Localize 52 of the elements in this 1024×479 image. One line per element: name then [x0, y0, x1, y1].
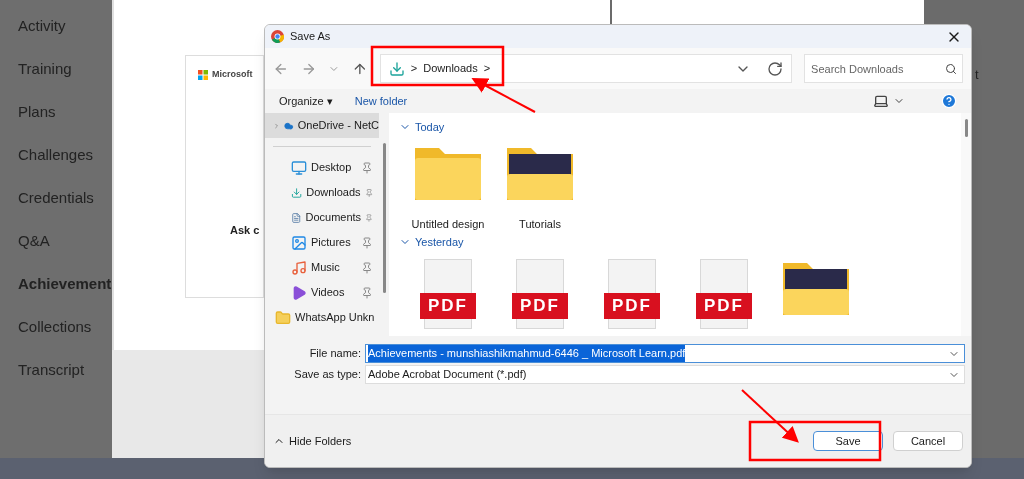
nav-item[interactable]: Downloads: [265, 180, 379, 205]
help-icon[interactable]: [941, 93, 957, 109]
arrow: [741, 389, 799, 443]
browser-logo-icon: [271, 30, 284, 43]
pin-icon: [365, 211, 373, 224]
partial-text: t: [975, 67, 979, 82]
nav-item[interactable]: WhatsApp Unkn: [265, 305, 379, 330]
group-header[interactable]: Today: [415, 119, 445, 136]
scrollbar[interactable]: [961, 113, 971, 336]
hide-folders-button[interactable]: Hide Folders: [273, 432, 352, 450]
video-icon: [291, 284, 307, 301]
pin-icon: [361, 236, 373, 249]
pin-icon: [361, 161, 373, 174]
view-button[interactable]: [873, 93, 905, 109]
dialog-title: Save As: [290, 29, 331, 45]
organize-menu[interactable]: Organize ▾: [279, 92, 333, 110]
cancel-button[interactable]: Cancel: [893, 431, 963, 451]
new-folder-button[interactable]: New folder: [354, 92, 408, 110]
path-separator: >: [483, 61, 491, 77]
nav-item[interactable]: Desktop: [265, 155, 379, 180]
file-name[interactable]: Untitled design: [411, 215, 485, 232]
path-segment[interactable]: Downloads: [423, 60, 478, 77]
card-heading: Ask c: [229, 222, 261, 238]
logo-icon: [198, 69, 208, 80]
save-button[interactable]: Save: [813, 431, 883, 451]
pin-icon: [361, 261, 373, 274]
music-icon: [291, 259, 307, 276]
download-icon: [388, 60, 405, 77]
pin-icon: [361, 286, 373, 299]
address-bar[interactable]: > Downloads >: [379, 54, 793, 83]
pin-icon: [364, 186, 373, 199]
file-name[interactable]: Tutorials: [519, 215, 561, 232]
file-name-field[interactable]: Achievements - munshiashikmahmud-6446 _ Microsoft Learn.pdf: [365, 344, 965, 363]
nav-item[interactable]: OneDrive - NetC: [265, 113, 379, 138]
picture-icon: [291, 234, 307, 251]
nav-item[interactable]: Videos: [265, 280, 379, 305]
search-icon: [945, 63, 957, 75]
nav-item[interactable]: Documents: [265, 205, 379, 230]
file-type-dropdown[interactable]: Adobe Acrobat Document (*.pdf): [365, 365, 965, 384]
field-label: File name:: [308, 346, 362, 362]
refresh-icon[interactable]: [767, 60, 784, 77]
group-header[interactable]: Yesterday: [415, 234, 464, 251]
folder-icon: [275, 309, 291, 326]
arrow: [471, 78, 536, 113]
search-field[interactable]: Search Downloads: [804, 54, 963, 83]
field-label: Save as type:: [293, 367, 362, 383]
laptop-icon[interactable]: [873, 93, 889, 109]
nav-item[interactable]: Pictures: [265, 230, 379, 255]
nav-item[interactable]: Music: [265, 255, 379, 280]
monitor-icon: [291, 159, 307, 176]
logo-text: Microsoft: [212, 68, 253, 81]
path-separator: >: [410, 61, 418, 77]
